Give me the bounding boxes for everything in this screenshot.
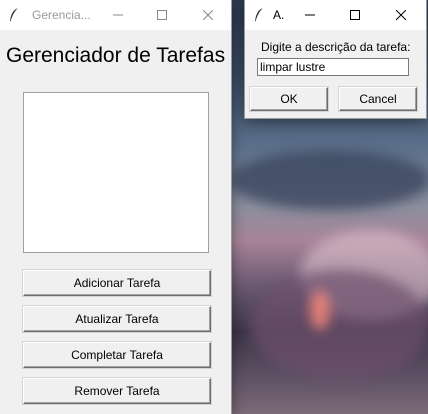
dialog-prompt-label: Digite a descrição da tarefa: bbox=[261, 40, 411, 54]
page-title: Gerenciador de Tarefas bbox=[6, 44, 226, 67]
main-titlebar[interactable]: Gerencia... bbox=[0, 0, 231, 30]
task-input-dialog: A. Digite a descrição da tarefa: limpar … bbox=[245, 0, 426, 118]
dialog-maximize-button[interactable] bbox=[332, 0, 378, 30]
minimize-icon bbox=[113, 14, 123, 16]
add-task-button[interactable]: Adicionar Tarefa bbox=[23, 270, 211, 296]
complete-task-button[interactable]: Completar Tarefa bbox=[23, 342, 211, 368]
cancel-button[interactable]: Cancel bbox=[339, 87, 417, 111]
main-window: Gerencia... Gerenciador de Tarefas Adici… bbox=[0, 0, 231, 414]
main-window-title: Gerencia... bbox=[32, 8, 91, 22]
feather-icon bbox=[255, 7, 264, 21]
close-icon bbox=[396, 10, 406, 20]
maximize-button[interactable] bbox=[139, 0, 185, 30]
ok-button[interactable]: OK bbox=[250, 87, 328, 111]
dialog-minimize-button[interactable] bbox=[287, 0, 333, 30]
close-icon bbox=[203, 10, 213, 20]
feather-icon bbox=[10, 7, 19, 21]
minimize-button[interactable] bbox=[95, 0, 141, 30]
update-task-button[interactable]: Atualizar Tarefa bbox=[23, 306, 211, 332]
task-description-input[interactable]: limpar lustre bbox=[257, 58, 409, 76]
maximize-icon bbox=[157, 10, 167, 20]
dialog-title: A. bbox=[273, 8, 285, 22]
dialog-close-button[interactable] bbox=[378, 0, 424, 30]
minimize-icon bbox=[305, 14, 315, 16]
remove-task-button[interactable]: Remover Tarefa bbox=[23, 378, 211, 404]
dialog-titlebar[interactable]: A. bbox=[245, 0, 426, 30]
task-listbox[interactable] bbox=[23, 92, 209, 253]
close-button[interactable] bbox=[185, 0, 231, 30]
maximize-icon bbox=[350, 10, 360, 20]
